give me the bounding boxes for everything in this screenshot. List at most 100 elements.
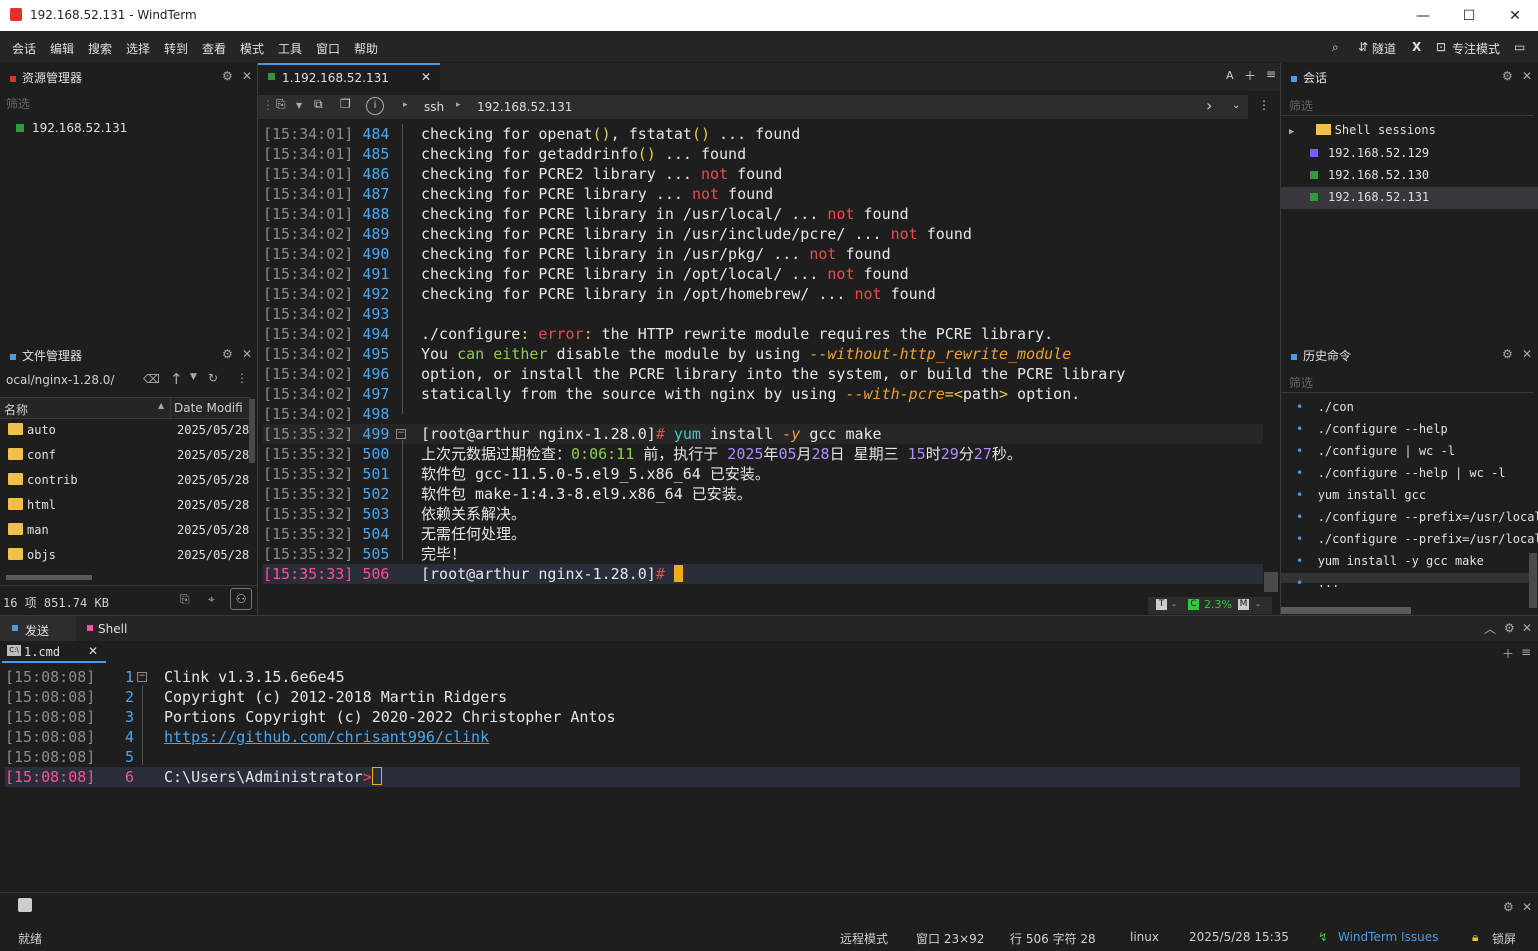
history-filter-input[interactable]: 筛选 [1289,374,1313,391]
settings-icon[interactable]: ⚙ [1502,69,1513,83]
copy-icon[interactable]: ❐ [340,97,351,111]
cmd-tab[interactable]: C:\ 1.cmd ✕ [2,643,106,663]
shell-output[interactable]: [15:08:08] 1 Clink v1.3.15.6e6e45 [15:08:08… [0,667,1530,887]
search-icon[interactable]: ⌕ [1332,40,1339,55]
menu-select[interactable]: 选择 [126,40,150,57]
status-position[interactable]: 行 506 字符 28 [1010,930,1096,947]
fold-toggle-icon[interactable]: − [137,672,147,682]
x-icon[interactable]: X [1412,40,1421,54]
font-icon[interactable]: A [1226,69,1234,82]
menu-icon[interactable]: ≡ [1521,645,1531,659]
focus-mode-icon[interactable]: ⊡ [1436,40,1446,54]
close-icon[interactable]: ✕ [242,347,252,361]
status-os[interactable]: linux [1130,930,1159,944]
history-item[interactable]: • ./configure --prefix=/usr/local [1296,532,1538,546]
breadcrumb-ssh[interactable]: ssh [424,100,444,114]
terminal-scrollbar[interactable] [1264,572,1278,592]
history-item[interactable]: • ./con [1296,400,1354,414]
session-group[interactable]: ▶ Shell sessions [1289,123,1529,137]
sync-icon[interactable]: ⚇ [230,588,252,610]
settings-icon[interactable]: ⚙ [1502,347,1513,361]
horizontal-scrollbar[interactable] [6,575,92,580]
add-tab-icon[interactable]: ＋ [1244,67,1256,84]
tunnel-button[interactable]: 隧道 [1372,40,1396,57]
up-arrow-icon[interactable]: ↑ [170,370,183,388]
close-icon[interactable]: ✕ [1522,621,1532,635]
horizontal-scrollbar[interactable] [1281,607,1411,614]
focus-mode-button[interactable]: 专注模式 [1452,40,1500,57]
duplicate-icon[interactable]: ⧉ [314,97,323,112]
menu-help[interactable]: 帮助 [354,40,378,57]
file-row[interactable]: contrib 2025/05/28 [4,469,250,494]
sessions-filter-input[interactable]: 筛选 [1289,97,1313,114]
history-item[interactable]: • yum install -y gcc make [1296,554,1484,568]
lock-screen-button[interactable]: 锁屏 [1492,930,1516,947]
close-button[interactable]: ✕ [1492,0,1538,31]
file-row[interactable]: html 2025/05/28 [4,494,250,519]
settings-icon[interactable]: ⚙ [1503,900,1514,914]
settings-icon[interactable]: ⚙ [222,69,233,83]
info-icon[interactable]: i [366,97,384,115]
history-item[interactable]: • yum install gcc [1296,488,1426,502]
menu-mode[interactable]: 模式 [240,40,264,57]
tab-send[interactable]: 发送 [0,616,76,641]
column-date[interactable]: Date Modifi [174,401,243,415]
location-icon[interactable]: ⌖ [208,592,215,607]
maximize-button[interactable]: ☐ [1446,0,1492,31]
chevron-down-icon[interactable]: ▼ [296,101,302,110]
close-icon[interactable]: ✕ [1522,69,1532,83]
menu-edit[interactable]: 编辑 [50,40,74,57]
more-icon[interactable]: ⋮ [1258,98,1270,112]
session-item[interactable]: 192.168.52.130 [1281,165,1533,187]
chevron-down-icon[interactable]: ⌄ [1232,100,1240,111]
terminal-output[interactable]: [15:34:01] 484 checking for openat(), fst… [258,124,1268,586]
send-tool-icon[interactable] [18,898,32,912]
close-tab-icon[interactable]: ✕ [421,70,431,84]
add-tab-icon[interactable]: ＋ [1502,645,1514,662]
history-item[interactable]: • ./configure --help [1296,422,1448,436]
chevron-right-icon[interactable]: › [1206,96,1212,115]
file-row[interactable]: objs 2025/05/28 [4,544,250,569]
fold-toggle-icon[interactable]: − [396,429,406,439]
new-session-icon[interactable]: ⎘ [276,97,286,112]
vertical-scrollbar[interactable] [1529,553,1537,608]
more-icon[interactable]: ⋮ [236,371,248,385]
tab-shell[interactable]: Shell [80,616,150,641]
explorer-filter-input[interactable]: 筛选 [6,95,30,112]
path-input[interactable]: ocal/nginx-1.28.0/ [6,373,114,387]
close-tab-icon[interactable]: ✕ [88,644,98,658]
column-name[interactable]: 名称 [4,401,28,418]
close-icon[interactable]: ✕ [242,69,252,83]
history-item[interactable]: • ./configure --prefix=/usr/local [1296,510,1538,524]
settings-icon[interactable]: ⚙ [1504,621,1515,635]
breadcrumb-host[interactable]: 192.168.52.131 [477,100,572,114]
c-icon[interactable]: C [1188,599,1199,610]
history-item[interactable]: • ... [1296,576,1339,590]
vertical-scrollbar[interactable] [249,399,255,463]
history-item[interactable]: • ./configure --help | wc -l [1296,466,1506,480]
m-icon[interactable]: M [1238,599,1249,610]
clear-path-icon[interactable]: ⌫ [143,372,160,386]
settings-icon[interactable]: ⚙ [222,347,233,361]
t-icon[interactable]: T [1156,599,1167,610]
status-mode[interactable]: 远程模式 [840,930,888,947]
terminal-tab[interactable]: 1.192.168.52.131 ✕ [258,63,440,91]
explorer-item[interactable]: 192.168.52.131 [16,121,127,135]
menu-session[interactable]: 会话 [12,40,36,57]
close-icon[interactable]: ✕ [1522,347,1532,361]
menu-view[interactable]: 查看 [202,40,226,57]
minimize-button[interactable]: — [1400,0,1446,31]
history-item[interactable]: • ./configure | wc -l [1296,444,1455,458]
file-row[interactable]: conf 2025/05/28 [4,444,250,469]
menu-search[interactable]: 搜索 [88,40,112,57]
file-row[interactable]: man 2025/05/28 [4,519,250,544]
tunnel-icon[interactable]: ⇵ [1358,40,1368,54]
clink-link[interactable]: https://github.com/chrisant996/clink [164,727,489,747]
menu-goto[interactable]: 转到 [164,40,188,57]
layout-icon[interactable]: ▭ [1514,40,1525,54]
close-icon[interactable]: ✕ [1522,900,1532,914]
menu-window[interactable]: 窗口 [316,40,340,57]
status-window[interactable]: 窗口 23×92 [916,930,984,947]
session-item-selected[interactable]: 192.168.52.131 [1281,187,1538,209]
file-row[interactable]: auto 2025/05/28 [4,419,250,444]
